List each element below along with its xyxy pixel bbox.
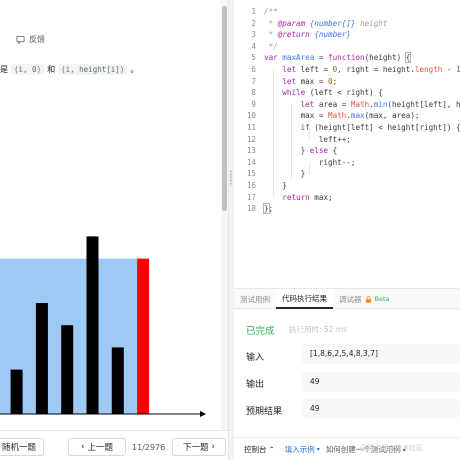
fill-example-button[interactable]: 填入示例 ▾	[285, 444, 320, 455]
height-bar	[86, 236, 99, 414]
lock-icon	[365, 295, 371, 303]
left-scrollbar-thumb[interactable]	[222, 6, 227, 211]
line-number: 15	[246, 169, 256, 179]
code-line[interactable]: 18};	[234, 203, 460, 215]
runtime-text: 执行用时: 52 ms	[289, 325, 348, 334]
line-number: 3	[251, 30, 256, 40]
prev-problem-button[interactable]: ‹ 上一题	[68, 438, 126, 456]
random-problem-button[interactable]: 随机一题	[0, 438, 44, 456]
input-label: 输入	[246, 353, 265, 363]
x-axis-arrow-icon	[200, 411, 206, 417]
feedback-label: 反馈	[29, 35, 45, 44]
tab-testcases[interactable]: 测试用例	[234, 289, 276, 309]
resize-grip-icon	[230, 170, 232, 186]
feedback-button[interactable]: 反馈	[16, 34, 45, 45]
line-number: 10	[246, 111, 256, 121]
beta-badge: Beta	[374, 295, 390, 303]
console-tabs: 测试用例 代码执行结果 调试器 Beta	[234, 289, 460, 309]
code-line[interactable]: 11 if (height[left] < height[right]) {	[234, 122, 460, 134]
code-line[interactable]: 6 let left = 0, right = height.length - …	[234, 64, 460, 76]
code-line[interactable]: 9 let area = Math.min(height[left], heig…	[234, 99, 460, 111]
code-line[interactable]: 5 var maxArea = function(height) {	[234, 52, 460, 64]
line-number: 12	[246, 134, 256, 144]
code-line[interactable]: 17 return max;	[234, 192, 460, 204]
code-line[interactable]: 14 right--;	[234, 157, 460, 169]
chevron-right-icon: ›	[211, 442, 215, 452]
code-line[interactable]: 12 left++;	[234, 134, 460, 146]
line-number: 9	[251, 99, 256, 109]
container-chart	[0, 236, 206, 417]
line-number: 18	[246, 204, 256, 214]
code-line[interactable]: 10 max = Math.max(max, area);	[234, 110, 460, 122]
height-bar	[61, 325, 74, 414]
code-line[interactable]: 16 }	[234, 180, 460, 192]
console-toolbar: 控制台 ⌃ 填入示例 ▾ 如何创建一个测试用例 ▴	[234, 437, 460, 460]
inline-code-end: (i, height[i])	[58, 64, 128, 75]
line-number: 11	[246, 123, 256, 132]
tab-results[interactable]: 代码执行结果	[276, 289, 333, 309]
tab-results-label: 代码执行结果	[282, 293, 327, 303]
line-number: 16	[246, 181, 256, 190]
code-line[interactable]: 4 */	[234, 41, 460, 53]
code-line[interactable]: 13 } else {	[234, 145, 460, 157]
code-line[interactable]: 3 * @return {number}	[234, 29, 460, 41]
tab-testcases-label: 测试用例	[240, 294, 270, 304]
chevron-down-icon: ▾	[316, 445, 320, 453]
code-line[interactable]: 1/**	[234, 6, 460, 18]
desc-prefix: 是	[0, 65, 8, 74]
console-toggle-button[interactable]: 控制台 ⌃	[244, 444, 275, 455]
feedback-icon	[16, 35, 25, 44]
line-number: 2	[251, 18, 256, 28]
line-number: 8	[251, 88, 256, 98]
line-number: 13	[246, 146, 256, 156]
problem-pane: 反馈 是 (i, 0) 和 (i, height[i]) 。	[0, 0, 228, 460]
line-number: 4	[251, 41, 256, 51]
line-number: 1	[251, 7, 256, 16]
tab-debugger[interactable]: 调试器 Beta	[333, 289, 396, 309]
height-bar	[137, 258, 150, 414]
height-bar	[35, 303, 48, 414]
watermark-text: @稀土掘金技术社区	[360, 444, 423, 452]
line-number: 7	[251, 76, 256, 86]
fill-example-label: 填入示例	[284, 444, 315, 454]
next-problem-label: 下一题	[183, 443, 209, 453]
problem-nav-bar: 随机一题 ‹ 上一题 11/2976 下一题 ›	[0, 430, 232, 460]
next-problem-button[interactable]: 下一题 ›	[172, 438, 226, 456]
random-problem-label: 随机一题	[1, 443, 36, 453]
page-counter: 11/2976	[132, 443, 166, 452]
height-bar	[111, 347, 124, 414]
line-number: 17	[246, 192, 256, 202]
chevron-left-icon: ‹	[81, 442, 85, 452]
console-toggle-label: 控制台	[244, 444, 267, 454]
tab-debugger-label: 调试器	[339, 294, 362, 304]
line-number: 14	[246, 157, 256, 167]
problem-description-line: 是 (i, 0) 和 (i, height[i]) 。	[0, 64, 138, 75]
expected-label: 预期结果	[246, 407, 283, 417]
inline-code-start: (i, 0)	[11, 64, 45, 75]
code-line[interactable]: 2 * @param {number[]} height	[234, 18, 460, 30]
input-value: [1,8,6,2,5,4,8,3,7]	[302, 344, 460, 364]
console-panel: 测试用例 代码执行结果 调试器 Beta 已完成 执行用时: 52 ms 输入 …	[234, 288, 460, 460]
expected-value: 49	[302, 399, 460, 419]
code-editor[interactable]: 1/** 2 * @param {number[]} height 3 * @r…	[234, 0, 460, 288]
desc-suffix: 。	[130, 65, 139, 74]
prev-problem-label: 上一题	[87, 443, 113, 453]
desc-and: 和	[47, 65, 56, 74]
run-status: 已完成	[246, 326, 275, 337]
code-line[interactable]: 8 while (left < right) {	[234, 87, 460, 99]
height-bar	[10, 369, 23, 414]
chevron-up-icon: ⌃	[268, 444, 275, 454]
code-line[interactable]: 7 let max = 0;	[234, 76, 460, 88]
output-label: 输出	[246, 380, 265, 390]
code-line[interactable]: 15 }	[234, 168, 460, 180]
output-value: 49	[302, 372, 460, 392]
line-number: 5	[251, 53, 256, 63]
line-number: 6	[251, 65, 256, 74]
